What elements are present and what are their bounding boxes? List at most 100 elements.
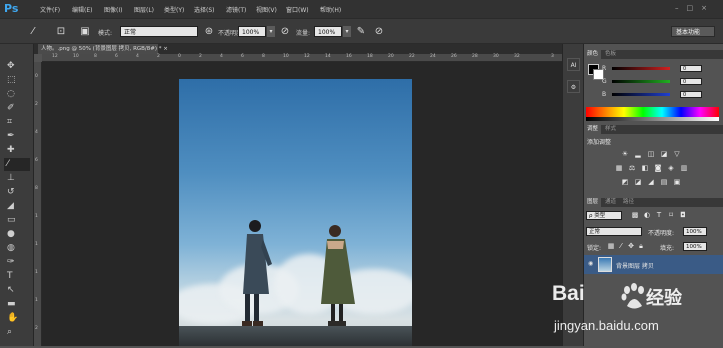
lock-transparent-icon[interactable]: ▦ bbox=[606, 242, 616, 250]
filter-smart-icon[interactable]: ◘ bbox=[678, 211, 688, 219]
pressure-opacity-icon[interactable]: ⊘ bbox=[278, 25, 292, 38]
menu-view[interactable]: 视图(V) bbox=[256, 5, 277, 14]
layer-row-background-copy[interactable]: ◉ 背景图层 拷贝 bbox=[584, 255, 723, 274]
menu-file[interactable]: 文件(F) bbox=[40, 5, 60, 14]
lasso-tool-icon[interactable]: ◌ bbox=[4, 88, 30, 101]
tab-paths[interactable]: 路径 bbox=[620, 198, 637, 207]
marquee-tool-icon[interactable]: ⬚ bbox=[4, 74, 30, 87]
blur-tool-icon[interactable]: ● bbox=[4, 228, 30, 241]
menu-image[interactable]: 图像(I) bbox=[104, 5, 122, 14]
blend-mode-select[interactable]: 正常 bbox=[586, 227, 642, 236]
menu-type[interactable]: 类型(Y) bbox=[164, 5, 184, 14]
menu-help[interactable]: 帮助(H) bbox=[320, 5, 341, 14]
color-lookup-icon[interactable]: ▥ bbox=[679, 164, 689, 172]
filter-adjust-icon[interactable]: ◐ bbox=[642, 211, 652, 219]
gradient-map-icon[interactable]: ▤ bbox=[659, 178, 669, 186]
gradient-tool-icon[interactable]: ▭ bbox=[4, 214, 30, 227]
fill-input[interactable]: 100% bbox=[683, 242, 707, 251]
workspace-select[interactable]: 基本功能 bbox=[671, 26, 715, 37]
green-slider[interactable] bbox=[612, 80, 670, 83]
path-select-tool-icon[interactable]: ↖ bbox=[4, 284, 30, 297]
hand-tool-icon[interactable]: ✋ bbox=[4, 312, 30, 325]
levels-icon[interactable]: ▂ bbox=[633, 150, 643, 158]
tab-channels[interactable]: 通道 bbox=[602, 198, 619, 207]
document-tab[interactable]: 人物。.png @ 50% (背景图层 拷贝, RGB/8#) * × bbox=[38, 44, 168, 54]
layer-visibility-eye-icon[interactable]: ◉ bbox=[588, 260, 593, 267]
grayscale-bar[interactable] bbox=[586, 117, 719, 121]
eyedropper-tool-icon[interactable]: ✒ bbox=[4, 130, 30, 143]
tab-swatches[interactable]: 色板 bbox=[602, 50, 619, 59]
red-value-input[interactable]: 0 bbox=[680, 65, 702, 72]
opacity-dropdown-icon[interactable]: ▾ bbox=[267, 26, 275, 37]
airbrush-icon[interactable]: ✎ bbox=[354, 25, 368, 38]
black-white-icon[interactable]: ◧ bbox=[640, 164, 650, 172]
brush-preset-icon[interactable]: ⁄ bbox=[26, 25, 40, 38]
healing-tool-icon[interactable]: ✚ bbox=[4, 144, 30, 157]
history-brush-icon[interactable]: ↺ bbox=[4, 186, 30, 199]
photoshop-logo: Ps bbox=[4, 2, 19, 15]
type-tool-icon[interactable]: T bbox=[4, 270, 30, 283]
curves-icon[interactable]: ◫ bbox=[646, 150, 656, 158]
threshold-icon[interactable]: ◢ bbox=[646, 178, 656, 186]
red-label: R bbox=[602, 65, 607, 72]
brush-tool-icon[interactable]: ⁄ bbox=[4, 158, 30, 171]
tab-styles[interactable]: 样式 bbox=[602, 125, 619, 134]
crop-tool-icon[interactable]: ⌗ bbox=[4, 116, 30, 129]
pressure-size-icon[interactable]: ⊘ bbox=[372, 25, 386, 38]
posterize-icon[interactable]: ◪ bbox=[633, 178, 643, 186]
brush-size-icon[interactable]: ⊡ bbox=[54, 25, 68, 38]
filter-shape-icon[interactable]: ⌑ bbox=[666, 211, 676, 219]
shape-tool-icon[interactable]: ▬ bbox=[4, 298, 30, 311]
menu-edit[interactable]: 编辑(E) bbox=[72, 5, 92, 14]
menu-layer[interactable]: 图层(L) bbox=[134, 5, 154, 14]
lock-paint-icon[interactable]: ⁄ bbox=[616, 242, 626, 250]
layer-filter-select[interactable]: ρ 类型 bbox=[586, 211, 622, 220]
brightness-icon[interactable]: ☀ bbox=[620, 150, 630, 158]
tab-adjustments[interactable]: 调整 bbox=[584, 125, 602, 134]
filter-type-icon[interactable]: T bbox=[654, 211, 664, 219]
opacity-input[interactable]: 100% bbox=[238, 26, 266, 37]
properties-panel-icon[interactable]: ⚙ bbox=[567, 80, 580, 93]
move-tool-icon[interactable]: ✥ bbox=[4, 60, 30, 73]
airbrush-pressure-icon[interactable]: ⊛ bbox=[202, 25, 216, 38]
vibrance-icon[interactable]: ▽ bbox=[672, 150, 682, 158]
brush-panel-icon[interactable]: ▣ bbox=[78, 25, 92, 38]
tab-color[interactable]: 颜色 bbox=[584, 50, 602, 59]
layer-opacity-input[interactable]: 100% bbox=[683, 227, 707, 236]
flow-dropdown-icon[interactable]: ▾ bbox=[343, 26, 351, 37]
flow-input[interactable]: 100% bbox=[314, 26, 342, 37]
blue-value-input[interactable]: 0 bbox=[680, 91, 702, 98]
ruler-h-tick: 3 bbox=[551, 54, 554, 59]
layer-name[interactable]: 背景图层 拷贝 bbox=[616, 261, 654, 270]
lock-move-icon[interactable]: ✥ bbox=[626, 242, 636, 250]
channel-mixer-icon[interactable]: ◈ bbox=[666, 164, 676, 172]
filter-pixel-icon[interactable]: ▩ bbox=[630, 211, 640, 219]
green-value-input[interactable]: 0 bbox=[680, 78, 702, 85]
window-controls[interactable]: –□× bbox=[675, 4, 715, 12]
photo-filter-icon[interactable]: ◙ bbox=[653, 164, 663, 172]
color-balance-icon[interactable]: ⚖ bbox=[627, 164, 637, 172]
quick-select-tool-icon[interactable]: ✐ bbox=[4, 102, 30, 115]
dodge-tool-icon[interactable]: ◍ bbox=[4, 242, 30, 255]
lock-all-icon[interactable]: 🔒︎ bbox=[636, 242, 646, 250]
red-slider[interactable] bbox=[612, 67, 670, 70]
ruler-v-tick: 2 bbox=[35, 102, 38, 107]
blue-slider[interactable] bbox=[612, 93, 670, 96]
exposure-icon[interactable]: ◪ bbox=[659, 150, 669, 158]
zoom-tool-icon[interactable]: ⌕ bbox=[4, 326, 30, 339]
mode-select[interactable]: 正常 bbox=[120, 26, 198, 37]
menu-select[interactable]: 选择(S) bbox=[194, 5, 215, 14]
pen-tool-icon[interactable]: ✑ bbox=[4, 256, 30, 269]
stamp-tool-icon[interactable]: ⊥ bbox=[4, 172, 30, 185]
hue-saturation-icon[interactable]: ▦ bbox=[614, 164, 624, 172]
eraser-tool-icon[interactable]: ◢ bbox=[4, 200, 30, 213]
tab-layers[interactable]: 图层 bbox=[584, 198, 602, 207]
selective-color-icon[interactable]: ▣ bbox=[672, 178, 682, 186]
menu-filter[interactable]: 滤镜(T) bbox=[226, 5, 246, 14]
history-panel-icon[interactable]: AI bbox=[567, 58, 580, 71]
menu-window[interactable]: 窗口(W) bbox=[286, 5, 309, 14]
document-canvas-photo[interactable] bbox=[179, 79, 412, 346]
invert-icon[interactable]: ◩ bbox=[620, 178, 630, 186]
ruler-h-tick: 18 bbox=[367, 54, 373, 59]
color-spectrum-bar[interactable] bbox=[586, 107, 719, 117]
